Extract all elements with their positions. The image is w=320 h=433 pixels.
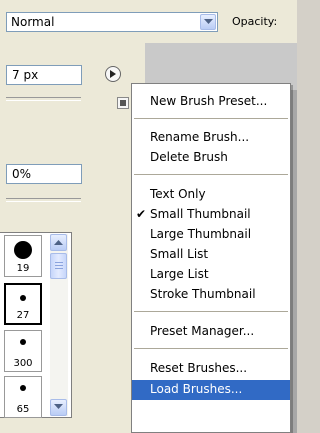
- menu-item-reset-brushes[interactable]: Reset Brushes...: [132, 359, 290, 379]
- preset-scrollbar[interactable]: [50, 234, 68, 416]
- brush-size-label: 300: [13, 358, 33, 369]
- panel-menu-button[interactable]: [105, 66, 121, 82]
- menu-item-new-brush-preset[interactable]: New Brush Preset...: [132, 92, 290, 112]
- brush-tip-icon: [20, 385, 26, 391]
- menu-separator: [134, 174, 288, 175]
- brush-tip-icon: [20, 339, 26, 345]
- menu-separator: [134, 348, 288, 349]
- menu-item-label: Stroke Thumbnail: [150, 287, 256, 301]
- menu-item-load-brushes[interactable]: Load Brushes...: [132, 380, 290, 400]
- menu-item-label: Small Thumbnail: [150, 207, 251, 221]
- blend-mode-select[interactable]: Normal: [6, 12, 218, 32]
- menu-item-large-thumbnail[interactable]: Large Thumbnail: [132, 225, 290, 245]
- brush-preset-selected[interactable]: 27: [4, 283, 42, 325]
- menu-item-label: Small List: [150, 247, 209, 261]
- menu-item-rename-brush[interactable]: Rename Brush...: [132, 128, 290, 148]
- checkmark-icon: ✔: [136, 207, 147, 221]
- brush-flyout-menu: New Brush Preset... Rename Brush... Dele…: [131, 83, 291, 433]
- menu-item-label: Delete Brush: [150, 150, 228, 164]
- menu-item-stroke-thumbnail[interactable]: Stroke Thumbnail: [132, 285, 290, 305]
- brush-tip-icon: [14, 241, 32, 259]
- menu-item-small-thumbnail[interactable]: ✔ Small Thumbnail: [132, 205, 290, 225]
- opacity-label: Opacity:: [232, 15, 278, 28]
- options-bar: Normal Opacity:: [0, 0, 297, 43]
- brush-size-label: 27: [16, 310, 30, 321]
- menu-item-large-list[interactable]: Large List: [132, 265, 290, 285]
- brush-preset[interactable]: 19: [4, 235, 42, 277]
- brush-preset[interactable]: 65: [4, 376, 42, 418]
- menu-item-label: Reset Brushes...: [150, 361, 248, 375]
- hardness-value: 0%: [12, 167, 32, 181]
- brush-size-label: 19: [16, 263, 30, 274]
- scroll-down-arrow-icon[interactable]: [50, 399, 67, 416]
- scroll-thumb[interactable]: [50, 253, 67, 279]
- master-diameter-value: 7 px: [12, 68, 39, 82]
- dropdown-arrow-icon[interactable]: [200, 14, 216, 30]
- hardness-slider[interactable]: [6, 198, 81, 202]
- menu-item-label: Large List: [150, 267, 209, 281]
- new-preset-icon[interactable]: [117, 97, 129, 109]
- menu-item-small-list[interactable]: Small List: [132, 245, 290, 265]
- menu-item-preset-manager[interactable]: Preset Manager...: [132, 322, 290, 342]
- menu-item-label: Large Thumbnail: [150, 227, 252, 241]
- menu-separator: [134, 118, 288, 119]
- menu-item-label: Load Brushes...: [150, 382, 243, 396]
- menu-item-label: Rename Brush...: [150, 130, 250, 144]
- diameter-slider[interactable]: [6, 97, 81, 101]
- blend-mode-value: Normal: [11, 15, 55, 29]
- menu-item-label: Text Only: [150, 187, 206, 201]
- play-arrow-icon: [110, 70, 116, 78]
- scroll-up-arrow-icon[interactable]: [50, 234, 67, 251]
- menu-item-text-only[interactable]: Text Only: [132, 185, 290, 205]
- brush-preset[interactable]: 300: [4, 330, 42, 372]
- master-diameter-input[interactable]: 7 px: [6, 65, 82, 85]
- menu-item-label: New Brush Preset...: [150, 94, 268, 108]
- menu-item-label: Preset Manager...: [150, 324, 255, 338]
- menu-separator: [134, 311, 288, 312]
- hardness-input[interactable]: 0%: [6, 164, 82, 184]
- brush-size-label: 65: [16, 404, 30, 415]
- brush-tip-icon: [20, 295, 26, 301]
- menu-item-delete-brush[interactable]: Delete Brush: [132, 148, 290, 168]
